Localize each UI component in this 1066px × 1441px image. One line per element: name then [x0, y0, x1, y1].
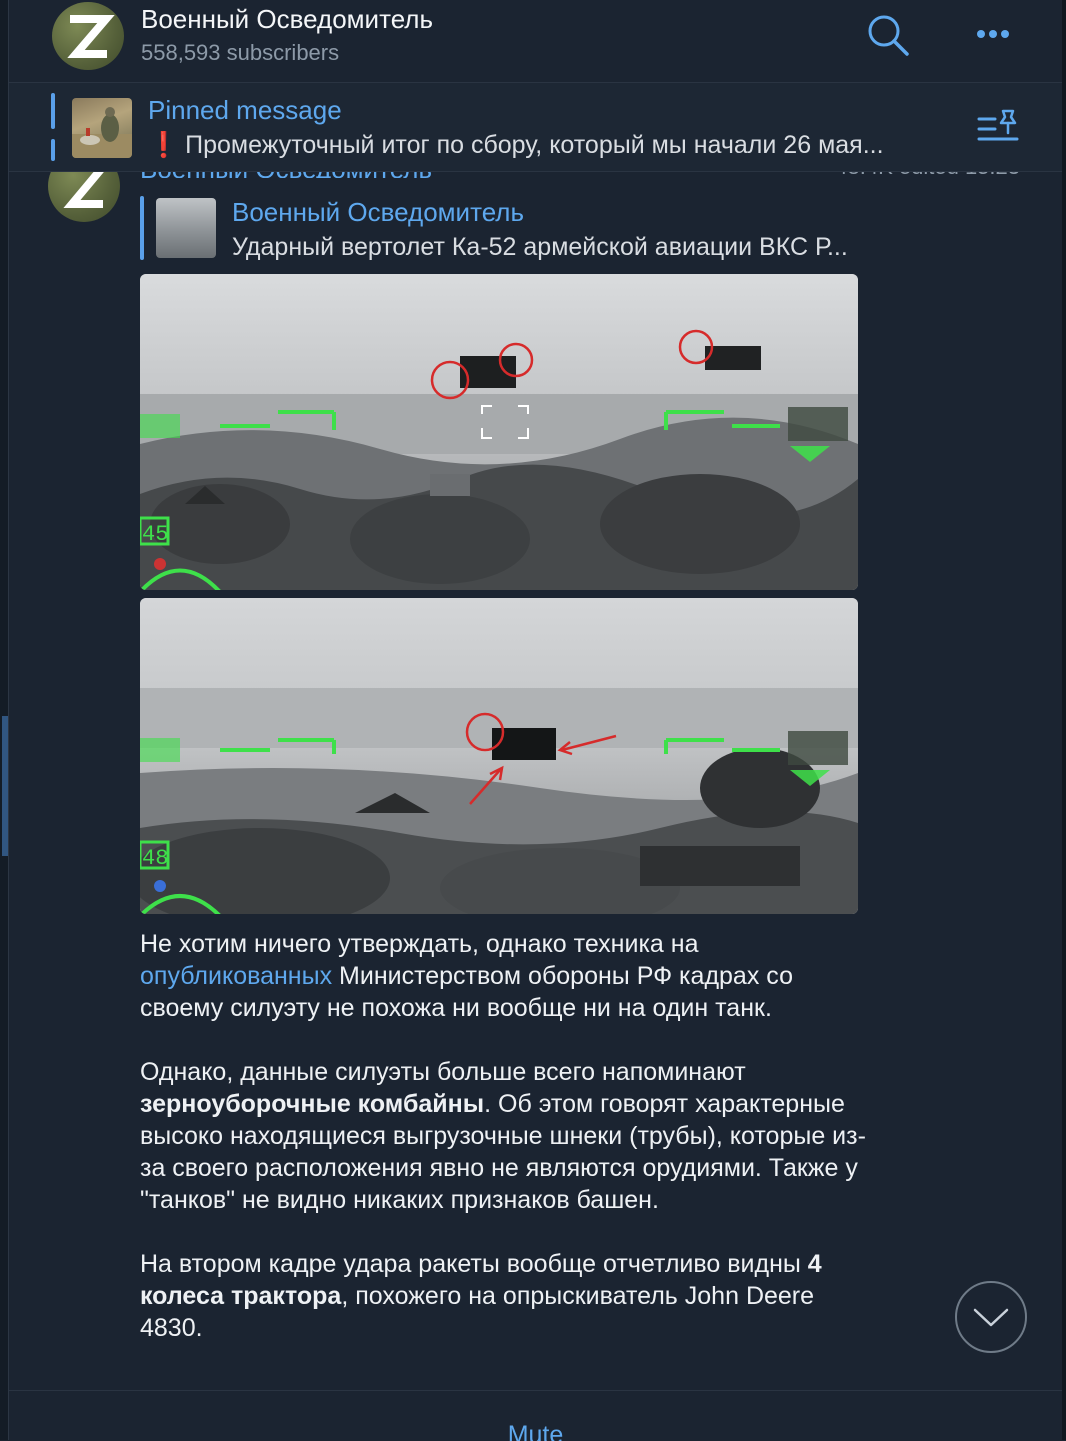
pinned-title: Pinned message — [148, 95, 342, 125]
hud-number: 48 — [142, 846, 168, 871]
reply-author: Военный Осведомитель — [232, 197, 525, 227]
channel-avatar[interactable] — [52, 2, 124, 70]
reply-text: Ударный вертолет Ка-52 армейской авиации… — [232, 233, 848, 261]
paragraph-3: На втором кадре удара ракеты вообще отче… — [140, 1250, 822, 1342]
reply-thumbnail — [156, 198, 216, 258]
channel-title[interactable]: Военный Осведомитель — [141, 4, 433, 35]
hud-number: 45 — [142, 522, 168, 547]
window-left-edge — [0, 0, 9, 1440]
paragraph-2: Однако, данные силуэты больше всего напо… — [140, 1058, 866, 1214]
pinned-list-button[interactable] — [975, 107, 1023, 147]
forwarded-reply[interactable]: Военный Осведомитель Ударный вертолет Ка… — [140, 193, 940, 261]
subscriber-count: 558,593 subscribers — [141, 40, 340, 65]
more-icon — [977, 30, 1009, 38]
more-button[interactable] — [971, 16, 1015, 52]
window-right-edge — [1062, 0, 1066, 1440]
pinned-list-icon — [977, 109, 1019, 141]
exclamation-icon: ❗ — [148, 131, 180, 159]
message-text: Не хотим ничего утверждать, однако техни… — [140, 928, 880, 1376]
photo-1[interactable]: 45 — [140, 274, 858, 590]
paragraph-1: Не хотим ничего утверждать, однако техни… — [140, 930, 793, 1022]
search-icon — [868, 15, 909, 56]
pinned-thumbnail — [72, 98, 132, 158]
pinned-indicator — [51, 93, 55, 129]
pinned-message-bar[interactable]: Pinned message ❗ Промежуточный итог по сб… — [9, 83, 1062, 172]
photo-2[interactable]: 48 — [140, 598, 858, 914]
search-button[interactable] — [865, 12, 911, 58]
scroll-accent — [2, 716, 8, 856]
z-logo-icon — [67, 15, 115, 58]
mute-button[interactable]: Mute — [9, 1421, 1062, 1441]
scroll-to-bottom-button[interactable] — [955, 1281, 1027, 1353]
pinned-text-content: Промежуточный итог по сбору, который мы … — [185, 131, 884, 159]
published-link[interactable]: опубликованных — [140, 962, 332, 990]
chat-footer: Mute — [9, 1390, 1062, 1441]
reply-indicator — [140, 196, 144, 260]
pinned-indicator-secondary — [51, 139, 55, 161]
pinned-text: ❗ Промежуточный итог по сбору, который мы… — [148, 131, 968, 160]
chat-header: Военный Осведомитель 558,593 subscribers — [9, 0, 1062, 83]
chevron-down-icon — [973, 1308, 1009, 1327]
